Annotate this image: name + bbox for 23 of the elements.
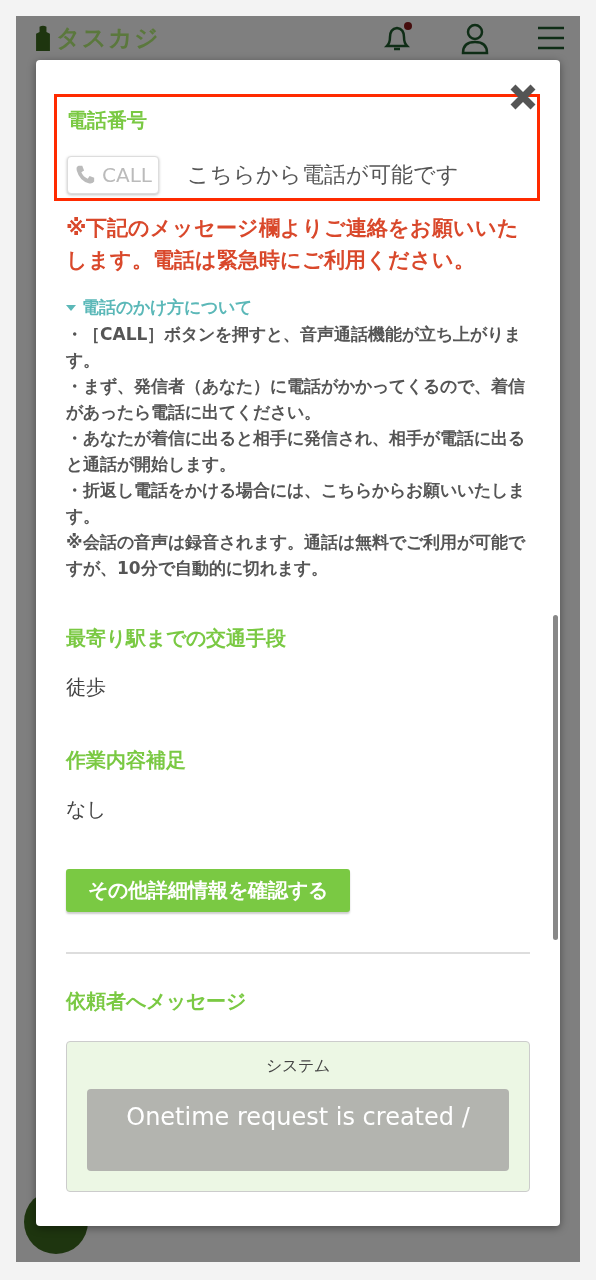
sender-name: システム [265,1056,331,1077]
instruction-text: ・折返し電話をかける場合には、こちらからお願いいたします。 [66,479,526,528]
call-note: こちらから電話が可能です [186,161,459,189]
disclosure-toggle[interactable]: 電話のかけ方について [66,296,530,319]
section-value: なし [66,796,107,823]
phone-icon [74,164,96,186]
instruction-text: ・あなたが着信に出ると相手に発信され、相手が電話に出ると通話が開始します。 [66,427,526,476]
instruction-text: ・［CALL］ボタンを押すと、音声通話機能が立ち上がります。 [66,323,523,372]
close-icon[interactable] [508,82,538,112]
instruction-text: ・まず、発信者（あなた）に電話がかかってくるので、着信があったら電話に出てください。 [66,375,526,424]
details-button[interactable]: その他詳細情報を確認する [66,869,350,912]
section-title: 最寄り駅までの交通手段 [66,625,287,652]
message-bubble: Onetime request is created / [87,1089,509,1171]
section-value: 徒歩 [66,674,107,701]
caret-icon [66,302,76,313]
apron-icon [36,25,50,51]
section-title: 作業内容補足 [66,747,187,774]
warning-text: ※下記のメッセージ欄よりご連絡をお願いいたします。電話は緊急時にご利用ください。 [66,215,521,274]
section-title: 電話番号 [67,107,148,134]
instruction-text: ※会話の音声は録音されます。通話は無料でご利用が可能ですが、10分で自動的に切れます。 [66,531,527,580]
logo-text[interactable]: タスカジ [56,24,160,52]
scrollbar[interactable] [553,615,558,940]
section-title: 依頼者へメッセージ [66,988,247,1015]
